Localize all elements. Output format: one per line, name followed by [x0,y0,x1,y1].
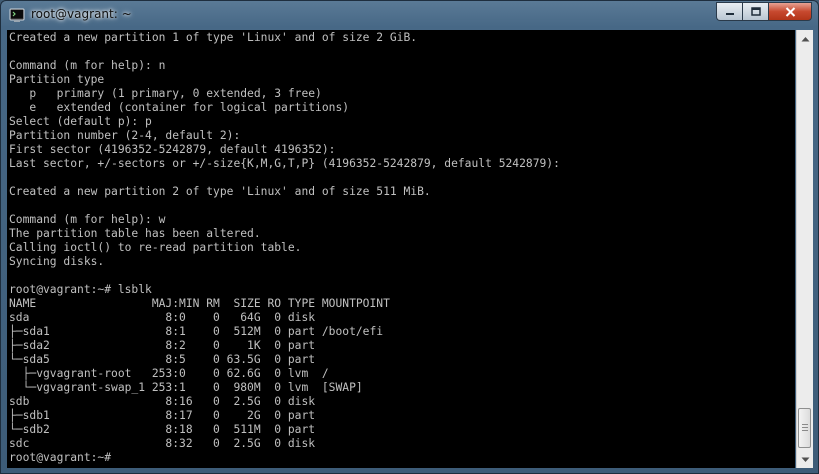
terminal-prompt[interactable]: root@vagrant:~# [7,451,795,465]
title-bar[interactable]: root@vagrant: ~ [1,1,818,29]
terminal-line: Syncing disks. [9,255,105,268]
minimize-icon [725,12,734,15]
scroll-up-button[interactable] [797,30,813,47]
terminal-line: Partition type [9,73,105,86]
arrow-down-icon [801,457,809,462]
terminal-line: First sector (4196352-5242879, default 4… [9,143,336,156]
terminal-line: └─sda5 8:5 0 63.5G 0 part [9,353,316,366]
terminal-line: Partition number (2-4, default 2): [9,129,241,142]
terminal-window: root@vagrant: ~ Created a new partition … [0,0,819,474]
terminal-app-icon[interactable] [9,7,25,23]
terminal-line: ├─vgvagrant-root 253:0 0 62.6G 0 lvm / [9,367,329,380]
close-button[interactable] [768,2,812,21]
maximize-button[interactable] [742,2,768,21]
terminal-line: NAME MAJ:MIN RM SIZE RO TYPE MOUNTPOINT [9,297,390,310]
minimize-button[interactable] [716,2,742,21]
close-icon [785,6,795,17]
terminal-line: └─vgvagrant-swap_1 253:1 0 980M 0 lvm [S… [9,381,363,394]
window-title: root@vagrant: ~ [31,7,132,21]
terminal-line: ├─sda1 8:1 0 512M 0 part /boot/efi [9,325,384,338]
terminal-line: └─sdb2 8:18 0 511M 0 part [9,423,316,436]
terminal-line: sdc 8:32 0 2.5G 0 disk [9,437,316,450]
terminal-line: Created a new partition 2 of type 'Linux… [9,185,431,198]
terminal-line: Command (m for help): w [9,213,166,226]
terminal-line: The partition table has been altered. [9,227,261,240]
terminal-line: Last sector, +/-sectors or +/-size{K,M,G… [9,157,560,170]
scrollbar-thumb[interactable] [798,408,811,448]
terminal-line: ├─sdb1 8:17 0 2G 0 part [9,409,316,422]
terminal-line: Command (m for help): n [9,59,166,72]
terminal-line: ├─sda2 8:2 0 1K 0 part [9,339,316,352]
vertical-scrollbar[interactable] [796,30,813,468]
maximize-icon [750,7,761,16]
terminal-line: Calling ioctl() to re-read partition tab… [9,241,302,254]
terminal-line: root@vagrant:~# lsblk [9,283,152,296]
terminal-line: p primary (1 primary, 0 extended, 3 free… [9,87,322,100]
terminal-line: Select (default p): p [9,115,152,128]
scroll-down-button[interactable] [797,451,813,468]
arrow-up-icon [801,36,809,41]
terminal-line: e extended (container for logical partit… [9,101,350,114]
terminal-output[interactable]: Created a new partition 1 of type 'Linux… [7,30,795,468]
terminal-line: sda 8:0 0 64G 0 disk [9,311,316,324]
terminal-line: sdb 8:16 0 2.5G 0 disk [9,395,316,408]
terminal-line: Created a new partition 1 of type 'Linux… [9,31,418,44]
window-controls [716,2,812,21]
